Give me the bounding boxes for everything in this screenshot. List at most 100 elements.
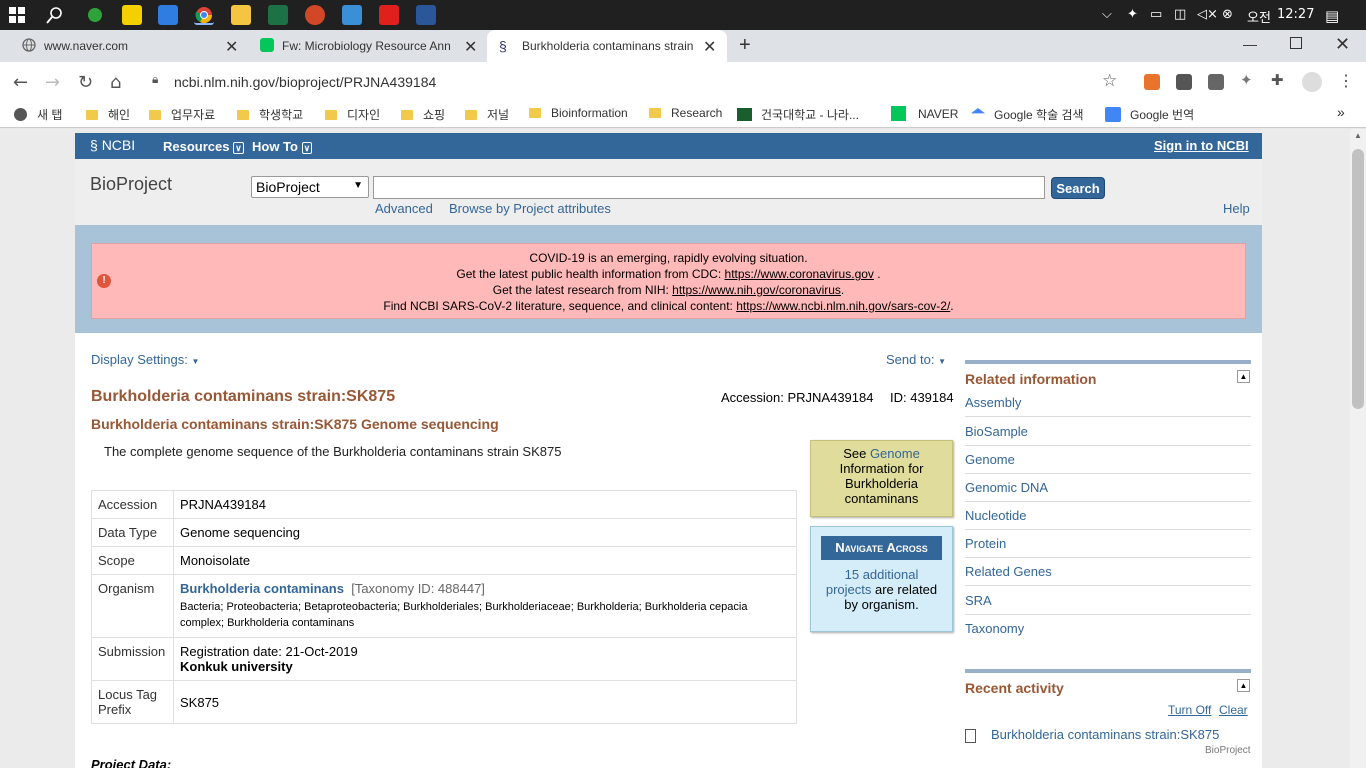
search-input[interactable] [373, 176, 1045, 199]
sign-in-link[interactable]: Sign in to NCBI [1154, 138, 1249, 153]
document-icon [965, 729, 976, 743]
extension-s-icon[interactable] [1208, 74, 1224, 90]
related-item-genome[interactable]: Genome [965, 446, 1251, 474]
more-bookmarks-icon[interactable]: » [1337, 104, 1345, 120]
related-item-nucleotide[interactable]: Nucleotide [965, 502, 1251, 530]
bookmark-folder[interactable]: Research [649, 106, 722, 120]
cdc-link[interactable]: https://www.coronavirus.gov [725, 267, 874, 281]
related-item-sra[interactable]: SRA [965, 587, 1251, 615]
excel-icon[interactable] [268, 5, 288, 25]
url-text[interactable]: ncbi.nlm.nih.gov/bioproject/PRJNA439184 [174, 74, 436, 90]
extensions-puzzle-icon[interactable]: ✚ [1271, 71, 1284, 89]
close-tab-icon[interactable]: ✕ [225, 37, 238, 57]
resources-menu[interactable]: Resources ∨ [163, 139, 244, 154]
notifications-icon[interactable]: ▤ [1325, 7, 1339, 25]
bookmark-star-icon[interactable]: ☆ [1102, 71, 1117, 91]
send-to-link[interactable]: Send to: ▼ [886, 352, 946, 367]
close-tab-icon[interactable]: ✕ [703, 37, 716, 57]
extension-rx-icon[interactable] [1144, 74, 1160, 90]
bookmark-naver[interactable]: NAVER [891, 106, 958, 121]
network-icon[interactable]: ◫ [1174, 7, 1186, 23]
sars-cov-2-link[interactable]: https://www.ncbi.nlm.nih.gov/sars-cov-2/ [736, 299, 950, 313]
search-button[interactable]: Search [1051, 177, 1105, 199]
related-item-genomic-dna[interactable]: Genomic DNA [965, 474, 1251, 502]
acrobat-icon[interactable] [379, 5, 399, 25]
extension-dropbox-icon[interactable]: ✦ [1240, 71, 1253, 89]
tab-naver[interactable]: www.naver.com ✕ [8, 30, 244, 62]
app-green-icon[interactable] [85, 5, 105, 25]
menu-kebab-icon[interactable]: ⋮ [1338, 71, 1354, 91]
related-item-protein[interactable]: Protein [965, 530, 1251, 558]
chevron-up-icon[interactable]: ⌵ [1102, 7, 1112, 23]
scroll-up-icon[interactable]: ▲ [1354, 131, 1362, 140]
clock[interactable]: 12:27 [1277, 7, 1314, 23]
extension-i-icon[interactable] [1176, 74, 1192, 90]
bookmark-scholar[interactable]: Google 학술 검색 [971, 106, 1084, 123]
advanced-link[interactable]: Advanced [375, 201, 433, 216]
bookmark-folder[interactable]: Bioinformation [529, 106, 628, 120]
browse-attributes-link[interactable]: Browse by Project attributes [449, 201, 611, 216]
database-select[interactable]: BioProject ▼ [251, 176, 369, 198]
hwp-icon[interactable] [342, 5, 362, 25]
turn-off-link[interactable]: Turn Off [1168, 703, 1211, 717]
ime-status-icon[interactable]: ⊗ [1222, 7, 1233, 23]
reload-icon[interactable]: ↻ [78, 72, 93, 93]
close-tab-icon[interactable]: ✕ [464, 37, 477, 57]
battery-icon[interactable]: ▭ [1150, 7, 1162, 23]
bookmark-label: Google 번역 [1130, 108, 1195, 122]
forward-icon[interactable]: → [45, 72, 60, 93]
ncbi-logo[interactable]: § NCBI [90, 137, 135, 153]
howto-menu[interactable]: How To ∨ [252, 139, 313, 154]
row-key: Locus Tag Prefix [91, 680, 174, 724]
ime-indicator[interactable]: 오전 [1247, 7, 1271, 26]
file-explorer-icon[interactable] [231, 5, 251, 25]
related-item-taxonomy[interactable]: Taxonomy [965, 615, 1251, 643]
genome-link[interactable]: Genome [870, 446, 920, 461]
close-window-icon[interactable]: ✕ [1335, 34, 1350, 55]
scrollbar-thumb[interactable] [1352, 149, 1364, 409]
address-bar[interactable]: 🔒︎ ncbi.nlm.nih.gov/bioproject/PRJNA4391… [140, 66, 1130, 96]
related-item-related-genes[interactable]: Related Genes [965, 558, 1251, 586]
collapse-icon[interactable]: ▲ [1237, 370, 1250, 383]
bookmark-folder[interactable]: 저널 [465, 106, 509, 123]
display-settings-link[interactable]: Display Settings: ▼ [91, 352, 199, 367]
bookmark-folder[interactable]: 디자인 [325, 106, 380, 123]
chrome-taskbar-icon[interactable] [194, 5, 214, 25]
restore-icon[interactable] [1290, 37, 1302, 49]
profile-avatar[interactable] [1302, 72, 1322, 92]
tab-ncbi[interactable]: § Burkholderia contaminans strain ✕ [487, 30, 727, 62]
record-description: The complete genome sequence of the Burk… [104, 444, 562, 459]
back-icon[interactable]: ← [13, 72, 28, 93]
tab-mail[interactable]: Fw: Microbiology Resource Ann ✕ [248, 30, 484, 62]
word-icon[interactable] [416, 5, 436, 25]
bookmark-new-tab[interactable]: 새 탭 [14, 106, 62, 123]
dropbox-icon[interactable] [158, 5, 178, 25]
sticky-notes-icon[interactable] [122, 5, 142, 25]
folder-icon [465, 110, 477, 120]
bookmark-label: Research [671, 106, 723, 120]
bookmark-folder[interactable]: 업무자료 [149, 106, 215, 123]
search-icon[interactable] [46, 6, 64, 29]
powerpoint-icon[interactable] [305, 5, 325, 25]
page-scrollbar[interactable]: ▲ [1350, 129, 1366, 768]
collapse-icon[interactable]: ▲ [1237, 679, 1250, 692]
help-link[interactable]: Help [1223, 201, 1250, 216]
minimize-icon[interactable]: — [1243, 36, 1257, 52]
home-icon[interactable]: ⌂ [110, 72, 121, 93]
recent-item-link[interactable]: Burkholderia contaminans strain:SK875 [991, 727, 1219, 742]
windows-start-icon[interactable] [9, 7, 25, 23]
related-item-assembly[interactable]: Assembly [965, 389, 1251, 417]
new-tab-icon[interactable]: + [739, 34, 751, 57]
related-item-biosample[interactable]: BioSample [965, 418, 1251, 446]
volume-icon[interactable]: ◁× [1197, 7, 1218, 23]
folder-icon [237, 110, 249, 120]
dropbox-tray-icon[interactable]: ✦ [1127, 7, 1138, 23]
bookmark-translate[interactable]: Google 번역 [1105, 106, 1194, 123]
nih-link[interactable]: https://www.nih.gov/coronavirus [672, 283, 841, 297]
bookmark-folder[interactable]: 쇼핑 [401, 106, 445, 123]
bookmark-folder[interactable]: 학생학교 [237, 106, 303, 123]
bookmark-folder[interactable]: 해인 [86, 106, 130, 123]
organism-link[interactable]: Burkholderia contaminans [180, 581, 344, 596]
bookmark-konkuk[interactable]: 건국대학교 - 나라... [737, 106, 859, 123]
clear-link[interactable]: Clear [1219, 703, 1248, 717]
